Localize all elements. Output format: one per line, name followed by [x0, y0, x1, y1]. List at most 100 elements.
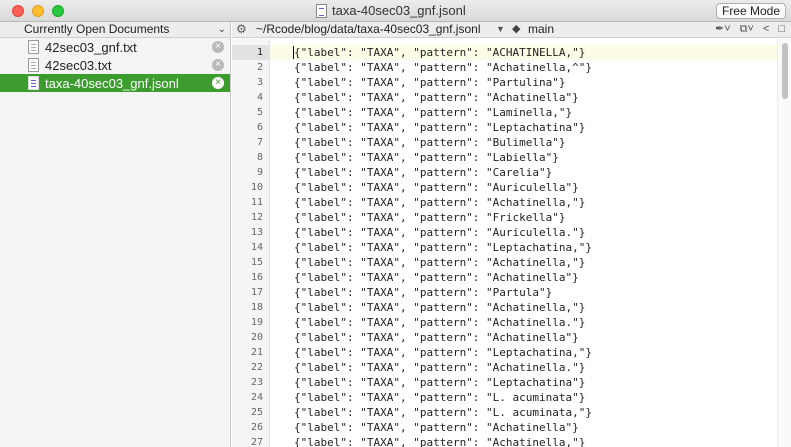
line-number: 1 [256, 47, 263, 58]
line-text[interactable]: {"label": "TAXA", "pattern": "Leptachati… [294, 375, 585, 390]
bookmark-icon[interactable]: ✒˅ [715, 22, 731, 37]
navigation-bar: ⚙ ~/Rcode/blog/data/taxa-40sec03_gnf.jso… [232, 22, 791, 38]
code-line[interactable]: 1 {"label": "TAXA", "pattern": "ACHATINEL… [232, 45, 791, 60]
free-mode-button[interactable]: Free Mode [716, 3, 786, 19]
code-line[interactable]: 9 {"label": "TAXA", "pattern": "Carelia"} [232, 165, 791, 180]
sidebar-item-42sec03-gnf-txt[interactable]: 42sec03_gnf.txt × [0, 38, 230, 56]
minimize-window-button[interactable] [32, 5, 44, 17]
code-line[interactable]: 22 {"label": "TAXA", "pattern": "Achatine… [232, 360, 791, 375]
code-line[interactable]: 20 {"label": "TAXA", "pattern": "Achatine… [232, 330, 791, 345]
sidebar-item-label: 42sec03_gnf.txt [45, 39, 137, 55]
open-documents-sidebar: Currently Open Documents ⌄ 42sec03_gnf.t… [0, 22, 231, 447]
code-line[interactable]: 13 {"label": "TAXA", "pattern": "Auricule… [232, 225, 791, 240]
line-number: 10 [250, 182, 263, 193]
line-text[interactable]: {"label": "TAXA", "pattern": "Auriculell… [294, 180, 579, 195]
new-document-icon[interactable]: □ [778, 22, 785, 37]
close-window-button[interactable] [12, 5, 24, 17]
code-line[interactable]: 23 {"label": "TAXA", "pattern": "Leptacha… [232, 375, 791, 390]
close-document-icon[interactable]: × [212, 41, 224, 53]
code-line[interactable]: 27 {"label": "TAXA", "pattern": "Achatine… [232, 435, 791, 447]
line-number: 24 [250, 392, 263, 403]
file-path-menu[interactable]: ~/Rcode/blog/data/taxa-40sec03_gnf.jsonl [256, 22, 481, 37]
git-branch-icon: ◆ [512, 23, 521, 35]
gear-icon[interactable]: ⚙ [236, 22, 247, 37]
code-line[interactable]: 4 {"label": "TAXA", "pattern": "Achatinel… [232, 90, 791, 105]
title-bar: taxa-40sec03_gnf.jsonl Free Mode [0, 0, 791, 22]
window-title-text: taxa-40sec03_gnf.jsonl [332, 3, 466, 18]
line-text[interactable]: {"label": "TAXA", "pattern": "Bulimella"… [294, 135, 566, 150]
line-text[interactable]: {"label": "TAXA", "pattern": "Achatinell… [294, 330, 579, 345]
line-text[interactable]: {"label": "TAXA", "pattern": "ACHATINELL… [294, 45, 585, 60]
code-line[interactable]: 7 {"label": "TAXA", "pattern": "Bulimella… [232, 135, 791, 150]
line-text[interactable]: {"label": "TAXA", "pattern": "Achatinell… [294, 270, 579, 285]
code-line[interactable]: 3 {"label": "TAXA", "pattern": "Partulina… [232, 75, 791, 90]
line-text[interactable]: {"label": "TAXA", "pattern": "Achatinell… [294, 300, 585, 315]
jsonl-file-icon [28, 76, 39, 90]
line-text[interactable]: {"label": "TAXA", "pattern": "Frickella"… [294, 210, 566, 225]
line-number: 6 [256, 122, 263, 133]
code-line[interactable]: 2 {"label": "TAXA", "pattern": "Achatinel… [232, 60, 791, 75]
line-text[interactable]: {"label": "TAXA", "pattern": "Partulina"… [294, 75, 566, 90]
code-line[interactable]: 14 {"label": "TAXA", "pattern": "Leptacha… [232, 240, 791, 255]
line-text[interactable]: {"label": "TAXA", "pattern": "Achatinell… [294, 420, 579, 435]
line-number: 2 [256, 62, 263, 73]
text-file-icon [28, 58, 39, 72]
line-text[interactable]: {"label": "TAXA", "pattern": "Achatinell… [294, 195, 585, 210]
code-line[interactable]: 10 {"label": "TAXA", "pattern": "Auricule… [232, 180, 791, 195]
line-number: 13 [250, 227, 263, 238]
previous-icon[interactable]: < [763, 22, 769, 37]
text-file-icon [28, 40, 39, 54]
code-line[interactable]: 6 {"label": "TAXA", "pattern": "Leptachat… [232, 120, 791, 135]
line-number: 18 [250, 302, 263, 313]
open-documents-header[interactable]: Currently Open Documents ⌄ [0, 22, 230, 38]
code-line[interactable]: 5 {"label": "TAXA", "pattern": "Laminella… [232, 105, 791, 120]
line-number: 8 [256, 152, 263, 163]
sidebar-item-42sec03-txt[interactable]: 42sec03.txt × [0, 56, 230, 74]
line-number: 22 [250, 362, 263, 373]
code-line[interactable]: 24 {"label": "TAXA", "pattern": "L. acumi… [232, 390, 791, 405]
scrollbar-thumb[interactable] [782, 43, 788, 99]
line-text[interactable]: {"label": "TAXA", "pattern": "Leptachati… [294, 345, 592, 360]
line-text[interactable]: {"label": "TAXA", "pattern": "Auriculell… [294, 225, 585, 240]
line-text[interactable]: {"label": "TAXA", "pattern": "Leptachati… [294, 120, 585, 135]
close-document-icon[interactable]: × [212, 59, 224, 71]
line-text[interactable]: {"label": "TAXA", "pattern": "Achatinell… [294, 90, 579, 105]
vertical-scrollbar[interactable] [777, 39, 791, 447]
code-line[interactable]: 19 {"label": "TAXA", "pattern": "Achatine… [232, 315, 791, 330]
close-document-icon[interactable]: × [212, 77, 224, 89]
line-text[interactable]: {"label": "TAXA", "pattern": "Achatinell… [294, 60, 592, 75]
code-line[interactable]: 21 {"label": "TAXA", "pattern": "Leptacha… [232, 345, 791, 360]
function-menu-icon[interactable]: ⧉˅ [740, 22, 754, 37]
line-text[interactable]: {"label": "TAXA", "pattern": "Achatinell… [294, 435, 585, 447]
code-line[interactable]: 25 {"label": "TAXA", "pattern": "L. acumi… [232, 405, 791, 420]
line-text[interactable]: {"label": "TAXA", "pattern": "Laminella,… [294, 105, 572, 120]
code-line[interactable]: 18 {"label": "TAXA", "pattern": "Achatine… [232, 300, 791, 315]
line-text[interactable]: {"label": "TAXA", "pattern": "Labiella"} [294, 150, 559, 165]
line-text[interactable]: {"label": "TAXA", "pattern": "Carelia"} [294, 165, 552, 180]
line-text[interactable]: {"label": "TAXA", "pattern": "L. acumina… [294, 390, 585, 405]
git-branch-label[interactable]: main [528, 22, 554, 37]
code-line[interactable]: 17 {"label": "TAXA", "pattern": "Partula"… [232, 285, 791, 300]
line-text[interactable]: {"label": "TAXA", "pattern": "L. acumina… [294, 405, 592, 420]
line-text[interactable]: {"label": "TAXA", "pattern": "Achatinell… [294, 360, 585, 375]
line-number: 19 [250, 317, 263, 328]
code-line[interactable]: 12 {"label": "TAXA", "pattern": "Frickell… [232, 210, 791, 225]
code-line[interactable]: 15 {"label": "TAXA", "pattern": "Achatine… [232, 255, 791, 270]
code-line[interactable]: 16 {"label": "TAXA", "pattern": "Achatine… [232, 270, 791, 285]
path-chevron-icon[interactable]: ▼ [496, 22, 505, 37]
sidebar-item-label: 42sec03.txt [45, 57, 112, 73]
line-number: 16 [250, 272, 263, 283]
line-number: 12 [250, 212, 263, 223]
sidebar-item-taxa-40sec03-gnf-jsonl[interactable]: taxa-40sec03_gnf.jsonl × [0, 74, 230, 92]
zoom-window-button[interactable] [52, 5, 64, 17]
line-number: 15 [250, 257, 263, 268]
code-line[interactable]: 11 {"label": "TAXA", "pattern": "Achatine… [232, 195, 791, 210]
line-text[interactable]: {"label": "TAXA", "pattern": "Partula"} [294, 285, 552, 300]
line-text[interactable]: {"label": "TAXA", "pattern": "Achatinell… [294, 255, 585, 270]
code-line[interactable]: 26 {"label": "TAXA", "pattern": "Achatine… [232, 420, 791, 435]
chevron-down-icon[interactable]: ⌄ [218, 22, 226, 37]
line-text[interactable]: {"label": "TAXA", "pattern": "Achatinell… [294, 315, 585, 330]
text-editor[interactable]: 1 {"label": "TAXA", "pattern": "ACHATINEL… [232, 39, 791, 447]
line-text[interactable]: {"label": "TAXA", "pattern": "Leptachati… [294, 240, 592, 255]
code-line[interactable]: 8 {"label": "TAXA", "pattern": "Labiella"… [232, 150, 791, 165]
